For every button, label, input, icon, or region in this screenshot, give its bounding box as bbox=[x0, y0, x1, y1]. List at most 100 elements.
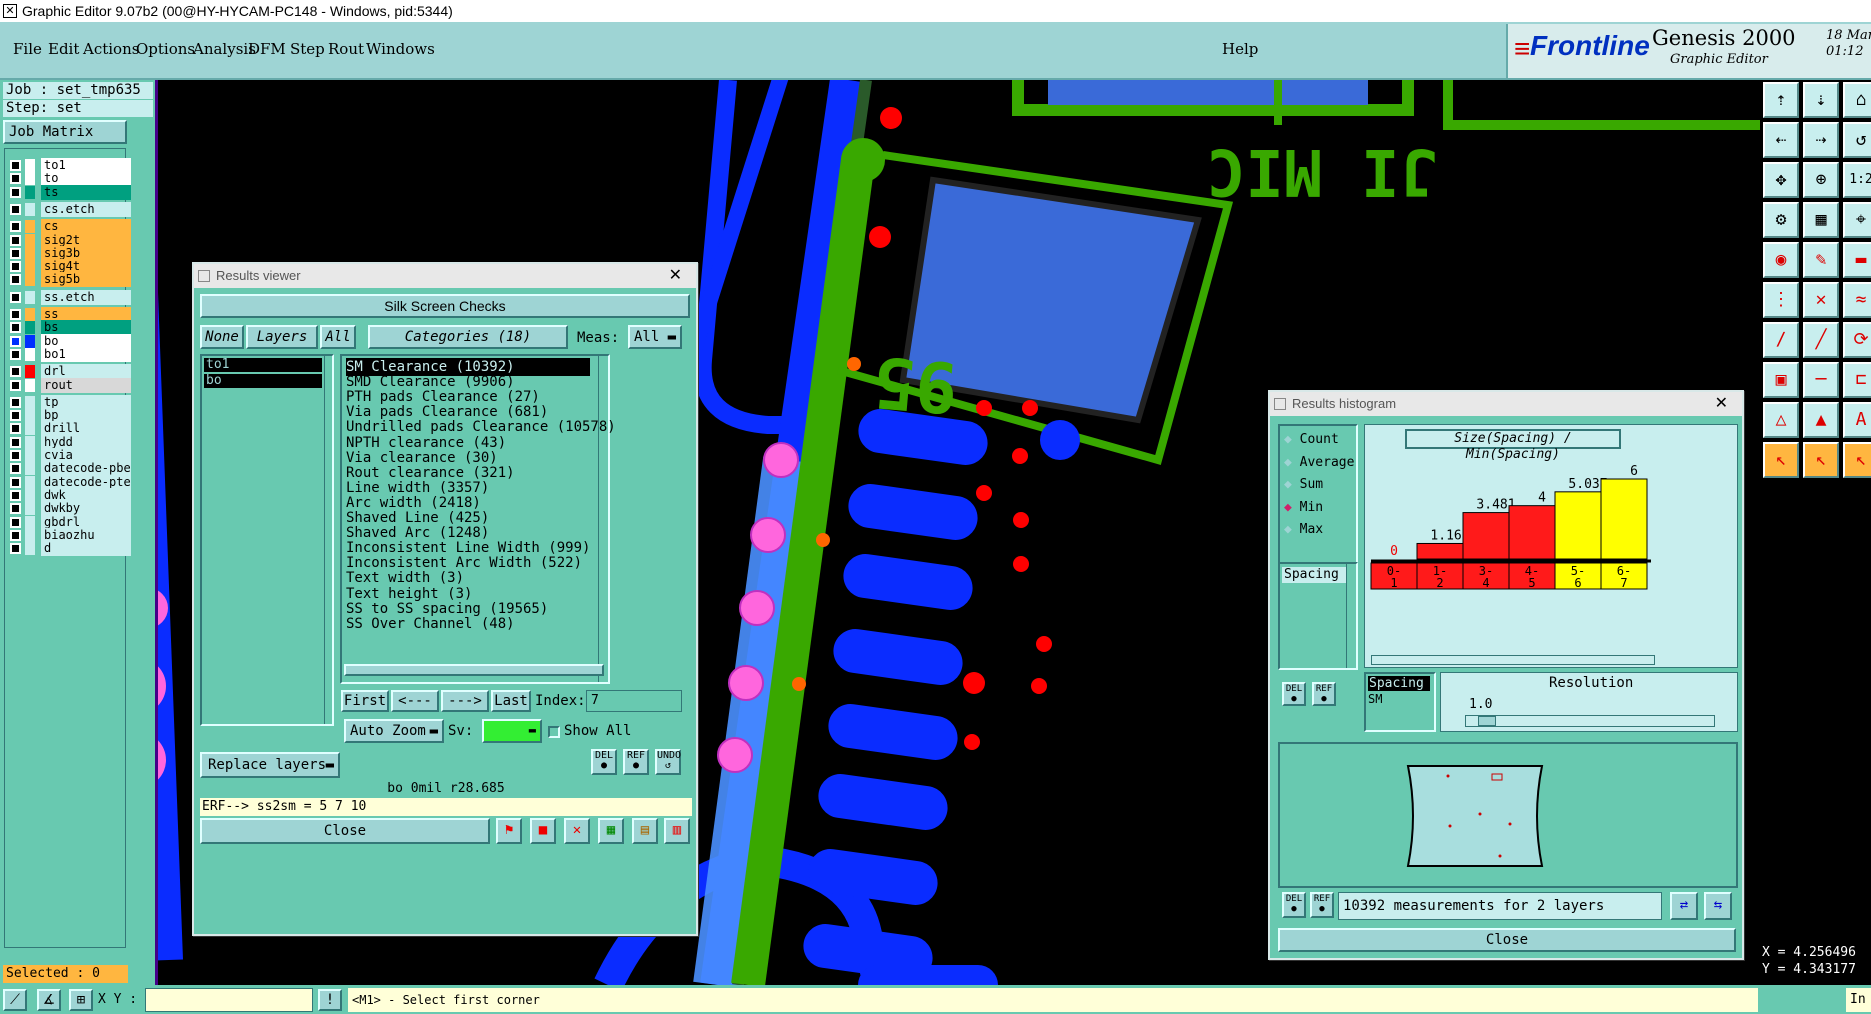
layer-checkbox[interactable] bbox=[10, 450, 21, 461]
info-icon[interactable]: ! bbox=[318, 989, 342, 1011]
show-all-checkbox[interactable] bbox=[548, 726, 560, 738]
menu-help[interactable]: Help bbox=[1222, 40, 1258, 58]
layer-name[interactable]: cs.etch bbox=[41, 201, 131, 217]
last-button[interactable]: Last bbox=[491, 690, 531, 712]
layer-checkbox[interactable] bbox=[10, 221, 21, 233]
auto-zoom-select[interactable]: Auto Zoom ▬ bbox=[344, 719, 444, 743]
layer-item-bo[interactable]: bo bbox=[204, 374, 322, 388]
xy-input[interactable] bbox=[145, 988, 313, 1012]
menu-rout[interactable]: Rout bbox=[328, 40, 364, 58]
resolution-slider[interactable] bbox=[1465, 715, 1715, 727]
ruler-icon[interactable]: ▬ bbox=[1843, 242, 1871, 278]
stat-option-min[interactable]: ◆ Min bbox=[1284, 500, 1323, 515]
layer-checkbox[interactable] bbox=[10, 173, 21, 185]
stat-option-max[interactable]: ◆ Max bbox=[1284, 522, 1323, 537]
layer-checkbox[interactable] bbox=[10, 436, 21, 448]
layer-checkbox[interactable] bbox=[10, 529, 21, 541]
menu-windows[interactable]: Windows bbox=[366, 40, 435, 58]
menu-step[interactable]: Step bbox=[290, 40, 325, 58]
menu-actions[interactable]: Actions bbox=[83, 40, 139, 58]
close-icon[interactable]: ✕ bbox=[1715, 392, 1728, 416]
layer-checkbox[interactable] bbox=[10, 379, 21, 391]
triangle-icon[interactable]: △ bbox=[1763, 402, 1799, 438]
diagonal-icon[interactable]: ╱ bbox=[1803, 322, 1839, 358]
category-item[interactable]: SS Over Channel (48) bbox=[346, 615, 515, 633]
layers-button[interactable]: Layers bbox=[246, 325, 318, 349]
replace-layers-select[interactable]: Replace layers ▬ bbox=[200, 752, 340, 778]
layer-row-ss.etch[interactable]: ss.etch bbox=[8, 289, 131, 305]
home-icon[interactable]: ⌂ bbox=[1843, 82, 1871, 118]
measure-tool-icon[interactable]: ∡ bbox=[37, 989, 61, 1011]
stat-option-average[interactable]: ◆ Average bbox=[1284, 455, 1354, 470]
silk-screen-checks-header[interactable]: Silk Screen Checks bbox=[200, 294, 690, 318]
radio-icon[interactable]: ◆ bbox=[1284, 477, 1300, 492]
stat-option-count[interactable]: ◆ Count bbox=[1284, 432, 1339, 447]
board-preview[interactable] bbox=[1278, 742, 1738, 888]
snap-icon[interactable]: ⌖ bbox=[1843, 202, 1871, 238]
bracket-icon[interactable]: ⊏ bbox=[1843, 362, 1871, 398]
stat-list-scrollbar[interactable] bbox=[1346, 564, 1354, 668]
layer-checkbox[interactable] bbox=[10, 291, 21, 303]
layer-checkbox[interactable] bbox=[10, 274, 21, 286]
scale-icon[interactable]: 1:2 bbox=[1843, 162, 1871, 198]
redo-icon[interactable]: ↺ bbox=[1843, 122, 1871, 158]
hline-icon[interactable]: ─ bbox=[1803, 362, 1839, 398]
index-input[interactable]: 7 bbox=[586, 690, 682, 712]
hist-del-button[interactable]: DEL ● bbox=[1282, 682, 1306, 706]
radio-icon[interactable]: ◆ bbox=[1284, 455, 1300, 470]
layer-checkbox[interactable] bbox=[10, 366, 21, 378]
layer-checkbox[interactable] bbox=[10, 396, 21, 408]
radio-icon[interactable]: ◆ bbox=[1284, 432, 1300, 447]
grid-icon[interactable]: ▦ bbox=[1803, 202, 1839, 238]
preview-del-button[interactable]: DEL ● bbox=[1282, 892, 1306, 918]
settings-icon[interactable]: ⚙ bbox=[1763, 202, 1799, 238]
rotate-icon[interactable]: ⟳ bbox=[1843, 322, 1871, 358]
next-button[interactable]: ---> bbox=[441, 690, 489, 712]
hist-hscrollbar[interactable] bbox=[1371, 655, 1655, 665]
layer-checkbox[interactable] bbox=[10, 410, 21, 422]
cross-icon[interactable]: ✕ bbox=[564, 818, 590, 844]
text-icon[interactable]: A bbox=[1843, 402, 1871, 438]
radio-icon[interactable]: ◆ bbox=[1284, 500, 1300, 515]
undo-button[interactable]: UNDO ↺ bbox=[655, 749, 681, 775]
stat-list[interactable]: Spacing bbox=[1278, 562, 1358, 670]
layer-name[interactable]: d bbox=[41, 541, 131, 557]
layer-name[interactable]: bo1 bbox=[41, 346, 131, 362]
pointer-icon[interactable]: ↖ bbox=[1763, 442, 1799, 478]
box-icon[interactable]: ▣ bbox=[1763, 362, 1799, 398]
layer-checkbox[interactable] bbox=[10, 463, 21, 475]
layer-stat-item-spacing[interactable]: Spacing bbox=[1368, 676, 1430, 691]
ref-button[interactable]: REF ● bbox=[623, 749, 649, 775]
menu-file[interactable]: File bbox=[13, 40, 42, 58]
all-button[interactable]: All bbox=[320, 325, 356, 349]
table-icon[interactable]: ▦ bbox=[598, 818, 624, 844]
menu-edit[interactable]: Edit bbox=[48, 40, 79, 58]
category-scrollbar[interactable] bbox=[598, 356, 608, 682]
layer-checkbox[interactable] bbox=[10, 516, 21, 528]
hist-bar[interactable] bbox=[1600, 478, 1648, 560]
stop-icon[interactable]: ■ bbox=[530, 818, 556, 844]
layer-checkbox[interactable] bbox=[10, 503, 21, 515]
layer-checkbox[interactable] bbox=[10, 322, 21, 334]
layer-row-cs.etch[interactable]: cs.etch bbox=[8, 201, 131, 217]
layer-row-bo1[interactable]: bo1 bbox=[8, 346, 131, 362]
layer-checkbox[interactable] bbox=[10, 160, 21, 171]
job-matrix-button[interactable]: Job Matrix ... bbox=[3, 120, 127, 160]
close-icon[interactable]: ✕ bbox=[669, 264, 682, 288]
layer-name[interactable]: sig5b bbox=[41, 272, 131, 288]
hist-bar[interactable] bbox=[1508, 505, 1556, 560]
layer-name[interactable]: ss.etch bbox=[41, 289, 131, 305]
layer-checkbox[interactable] bbox=[10, 261, 21, 273]
sv-color-select[interactable]: ▬ bbox=[482, 719, 542, 743]
layer-row-sig5b[interactable]: sig5b bbox=[8, 272, 131, 288]
pointer-red-icon[interactable]: ↖ bbox=[1843, 442, 1871, 478]
layer-checkbox[interactable] bbox=[10, 309, 21, 320]
layer-checkbox[interactable] bbox=[10, 335, 21, 347]
layer-checkbox[interactable] bbox=[10, 543, 21, 555]
stat-list-item[interactable]: Spacing bbox=[1282, 567, 1346, 583]
pointer-alt-icon[interactable]: ↖ bbox=[1803, 442, 1839, 478]
triangle-fill-icon[interactable]: ▲ bbox=[1803, 402, 1839, 438]
right-icon[interactable]: ⇢ bbox=[1803, 122, 1839, 158]
radio-icon[interactable]: ◆ bbox=[1284, 522, 1300, 537]
layer-checkbox[interactable] bbox=[10, 203, 21, 215]
